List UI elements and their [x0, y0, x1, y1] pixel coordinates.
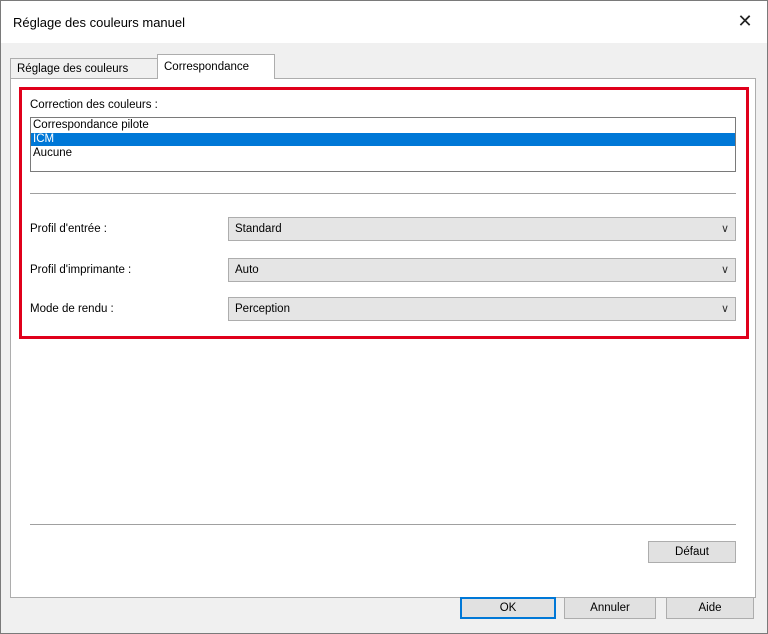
cancel-button[interactable]: Annuler	[564, 597, 656, 619]
input-profile-label: Profil d'entrée :	[30, 223, 107, 235]
list-item[interactable]: ICM	[31, 133, 735, 146]
title-bar: Réglage des couleurs manuel ✕	[1, 1, 767, 43]
chevron-down-icon: ∨	[720, 223, 729, 235]
color-correction-listbox[interactable]: Correspondance pilote ICM Aucune	[30, 117, 736, 172]
rendering-mode-select[interactable]: Perception ∨	[228, 297, 736, 321]
divider	[30, 193, 736, 194]
chevron-down-icon: ∨	[720, 264, 729, 276]
divider	[30, 524, 736, 525]
list-item[interactable]: Aucune	[31, 147, 735, 160]
default-button[interactable]: Défaut	[648, 541, 736, 563]
input-profile-value: Standard	[235, 223, 282, 235]
input-profile-select[interactable]: Standard ∨	[228, 217, 736, 241]
printer-profile-label: Profil d'imprimante :	[30, 264, 132, 276]
printer-profile-select[interactable]: Auto ∨	[228, 258, 736, 282]
close-icon[interactable]: ✕	[733, 9, 757, 33]
list-item[interactable]: Correspondance pilote	[31, 119, 735, 132]
color-correction-label: Correction des couleurs :	[30, 99, 158, 111]
chevron-down-icon: ∨	[720, 303, 729, 315]
tab-matching[interactable]: Correspondance	[157, 54, 275, 79]
tab-color-adjustment[interactable]: Réglage des couleurs	[10, 58, 158, 79]
rendering-mode-value: Perception	[235, 303, 290, 315]
ok-button[interactable]: OK	[460, 597, 556, 619]
dialog-title: Réglage des couleurs manuel	[13, 15, 185, 30]
help-button[interactable]: Aide	[666, 597, 754, 619]
rendering-mode-label: Mode de rendu :	[30, 303, 114, 315]
printer-profile-value: Auto	[235, 264, 259, 276]
